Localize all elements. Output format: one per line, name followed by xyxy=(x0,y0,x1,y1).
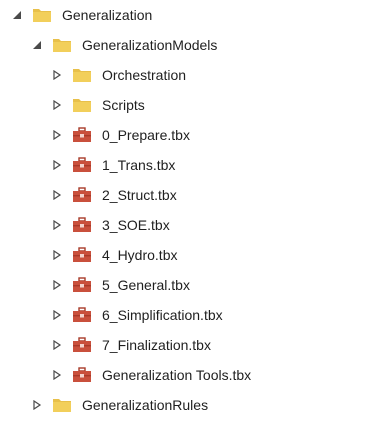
folder-icon xyxy=(52,36,72,54)
tree-node-toolbox[interactable]: 3_SOE.tbx xyxy=(0,210,384,240)
collapsed-arrow-icon[interactable] xyxy=(52,220,62,230)
tree-node-label: Generalization xyxy=(62,7,153,23)
tree-node-orchestration[interactable]: Orchestration xyxy=(0,60,384,90)
tree-node-label: Generalization Tools.tbx xyxy=(102,367,252,383)
tree-node-label: 5_General.tbx xyxy=(102,277,190,293)
folder-icon xyxy=(72,66,92,84)
expanded-arrow-icon[interactable] xyxy=(12,10,22,20)
collapsed-arrow-icon[interactable] xyxy=(52,310,62,320)
collapsed-arrow-icon[interactable] xyxy=(52,160,62,170)
tree-node-toolbox[interactable]: 5_General.tbx xyxy=(0,270,384,300)
collapsed-arrow-icon[interactable] xyxy=(52,250,62,260)
folder-icon xyxy=(72,96,92,114)
tree-node-toolbox[interactable]: 0_Prepare.tbx xyxy=(0,120,384,150)
tree-node-label: GeneralizationModels xyxy=(82,37,218,53)
tree-node-toolbox[interactable]: 2_Struct.tbx xyxy=(0,180,384,210)
collapsed-arrow-icon[interactable] xyxy=(52,340,62,350)
collapsed-arrow-icon[interactable] xyxy=(52,70,62,80)
tree-node-label: 4_Hydro.tbx xyxy=(102,247,178,263)
tree-node-label: 6_Simplification.tbx xyxy=(102,307,223,323)
toolbox-icon xyxy=(72,366,92,384)
toolbox-icon xyxy=(72,246,92,264)
tree-node-label: 2_Struct.tbx xyxy=(102,187,177,203)
tree-node-label: GeneralizationRules xyxy=(82,397,209,413)
collapsed-arrow-icon[interactable] xyxy=(52,370,62,380)
tree-node-label: 7_Finalization.tbx xyxy=(102,337,211,353)
expanded-arrow-icon[interactable] xyxy=(32,40,42,50)
toolbox-icon xyxy=(72,186,92,204)
toolbox-icon xyxy=(72,156,92,174)
tree-node-label: Scripts xyxy=(102,97,145,113)
toolbox-icon xyxy=(72,306,92,324)
tree-node-label: 1_Trans.tbx xyxy=(102,157,176,173)
tree-node-toolbox[interactable]: 6_Simplification.tbx xyxy=(0,300,384,330)
catalog-tree: Generalization GeneralizationModels Orch… xyxy=(0,0,384,421)
collapsed-arrow-icon[interactable] xyxy=(52,190,62,200)
collapsed-arrow-icon[interactable] xyxy=(52,100,62,110)
tree-node-scripts[interactable]: Scripts xyxy=(0,90,384,120)
folder-icon xyxy=(32,6,52,24)
toolbox-icon xyxy=(72,126,92,144)
tree-node-generalization-rules[interactable]: GeneralizationRules xyxy=(0,390,384,420)
toolbox-icon xyxy=(72,276,92,294)
tree-node-toolbox[interactable]: Generalization Tools.tbx xyxy=(0,360,384,390)
tree-node-toolbox[interactable]: 1_Trans.tbx xyxy=(0,150,384,180)
tree-node-label: 3_SOE.tbx xyxy=(102,217,170,233)
collapsed-arrow-icon[interactable] xyxy=(52,130,62,140)
toolbox-icon xyxy=(72,336,92,354)
collapsed-arrow-icon[interactable] xyxy=(32,400,42,410)
collapsed-arrow-icon[interactable] xyxy=(52,280,62,290)
folder-icon xyxy=(52,396,72,414)
tree-node-toolbox[interactable]: 7_Finalization.tbx xyxy=(0,330,384,360)
tree-node-label: Orchestration xyxy=(102,67,187,83)
tree-node-generalization-models[interactable]: GeneralizationModels xyxy=(0,30,384,60)
tree-node-label: 0_Prepare.tbx xyxy=(102,127,190,143)
tree-node-generalization[interactable]: Generalization xyxy=(0,0,384,30)
tree-node-toolbox[interactable]: 4_Hydro.tbx xyxy=(0,240,384,270)
toolbox-icon xyxy=(72,216,92,234)
